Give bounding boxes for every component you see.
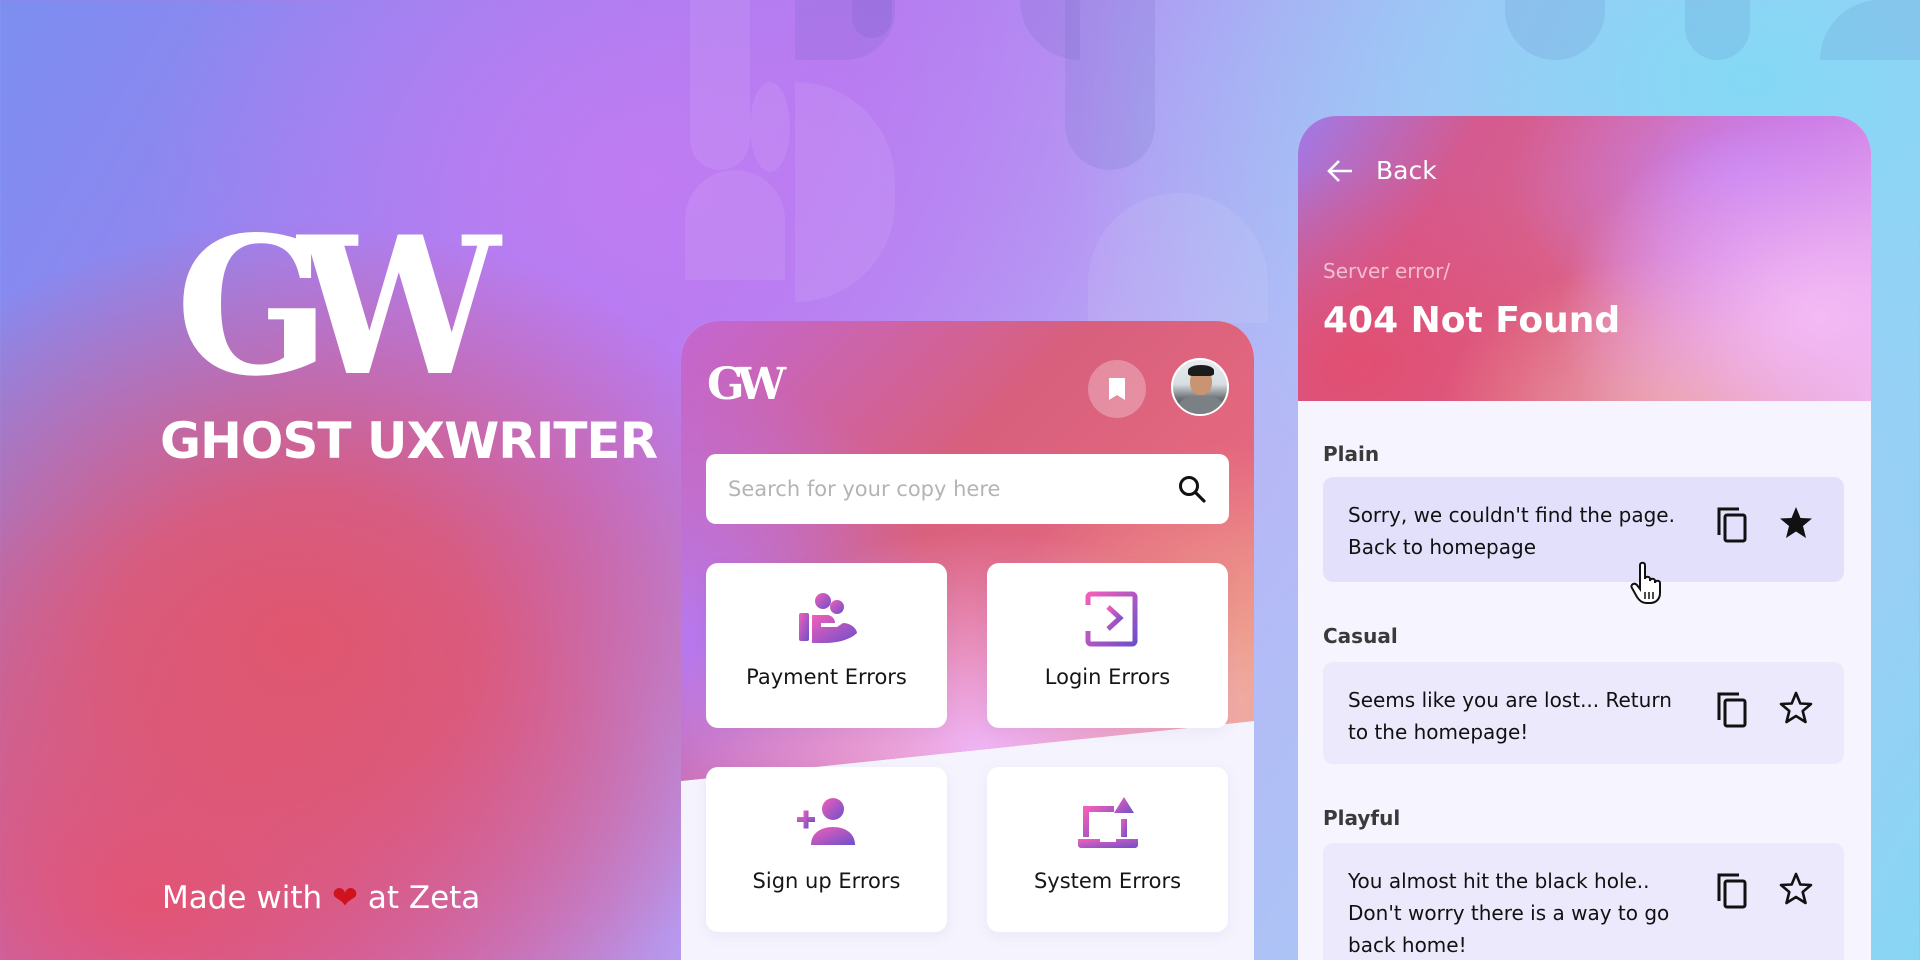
category-label: Payment Errors [746,665,907,689]
bg-shape [795,82,895,302]
bg-shape [750,82,790,172]
variant-text: You almost hit the black hole.. Don't wo… [1348,869,1670,957]
copy-icon[interactable] [1715,505,1751,545]
category-signup-errors[interactable]: Sign up Errors [706,767,947,932]
bg-shape [1820,0,1920,60]
footer-prefix: Made with [162,880,323,916]
made-with-footer: Made with ❤ at Zeta [162,880,480,916]
bg-shape [1065,0,1155,170]
category-label: Sign up Errors [752,869,901,893]
variant-text: Seems like you are lost... Return to the… [1348,688,1672,744]
search-icon[interactable] [1177,474,1207,504]
variant-label-casual: Casual [1323,624,1398,648]
variant-text: Sorry, we couldn't find the page. Back t… [1348,503,1675,559]
app-logo[interactable]: GW [707,363,786,407]
heart-icon: ❤ [331,880,358,916]
bg-shape [1685,0,1750,60]
bookmarks-button[interactable] [1088,360,1146,418]
footer-suffix: at Zeta [367,880,481,916]
login-arrow-icon [1083,591,1137,647]
brand-logo: GW [175,195,501,418]
variant-card-casual[interactable]: Seems like you are lost... Return to the… [1323,662,1844,764]
category-login-errors[interactable]: Login Errors [987,563,1228,728]
detail-screen: Back Server error/ 404 Not Found Plain S… [1298,116,1871,960]
back-label: Back [1376,156,1437,185]
variant-card-plain[interactable]: Sorry, we couldn't find the page. Back t… [1323,477,1844,582]
copy-icon[interactable] [1715,871,1751,911]
page-title: 404 Not Found [1323,300,1621,341]
star-outline-icon[interactable] [1778,871,1814,907]
star-filled-icon[interactable] [1778,505,1814,541]
add-person-icon [796,798,855,845]
home-screen: GW Payment Errors Login Errors [681,321,1254,960]
search-bar [706,454,1229,524]
category-label: Login Errors [1044,665,1171,689]
category-label: System Errors [1033,869,1182,893]
laptop-upload-icon [1077,797,1138,848]
variant-label-plain: Plain [1323,442,1380,466]
payment-hand-people-icon [798,593,857,643]
copy-icon[interactable] [1715,690,1751,730]
user-avatar[interactable] [1171,358,1229,416]
avatar-hair [1188,365,1214,376]
brand-name: GHOST UXWRITER [160,412,658,470]
variant-label-playful: Playful [1323,806,1401,830]
breadcrumb[interactable]: Server error/ [1323,259,1450,283]
back-button[interactable]: Back [1326,156,1437,185]
bg-shape [1088,193,1268,323]
hand-cursor-icon [1630,561,1661,604]
category-payment-errors[interactable]: Payment Errors [706,563,947,728]
bg-shape [690,0,750,170]
arrow-left-icon [1327,159,1352,182]
search-input[interactable] [728,477,1177,501]
category-system-errors[interactable]: System Errors [987,767,1228,932]
bookmark-icon [1109,378,1125,400]
variant-card-playful[interactable]: You almost hit the black hole.. Don't wo… [1323,843,1844,960]
star-outline-icon[interactable] [1778,690,1814,726]
bg-shape [1505,0,1605,60]
avatar-shoulders [1179,396,1223,414]
bg-shape [685,170,785,280]
